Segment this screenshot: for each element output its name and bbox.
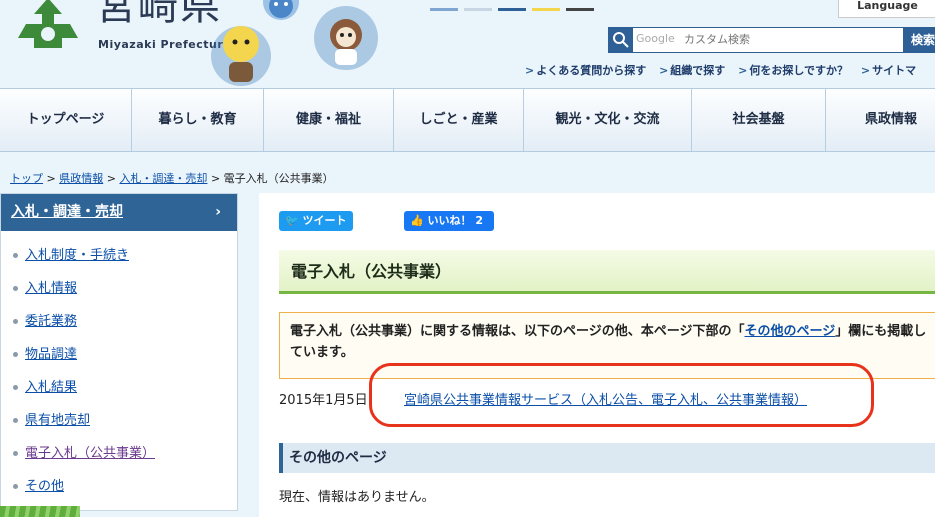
main-content: 🐦 ツイート 👍 いいね！ 2 電子入札（公共事業） 電子入札（公共事業）に関す…	[259, 193, 935, 517]
sidebar-item-other[interactable]: その他	[1, 470, 237, 503]
breadcrumb-link-prefectural-info[interactable]: 県政情報	[59, 172, 103, 185]
sidebar-item-bidding-info[interactable]: 入札情報	[1, 272, 237, 305]
util-link-faq[interactable]: > よくある質問から探す	[525, 64, 646, 77]
prefecture-emblem-icon[interactable]	[12, 0, 84, 52]
page-title: 電子入札（公共事業）	[279, 250, 935, 294]
site-logo-text[interactable]: 宮崎県	[96, 0, 222, 26]
nav-item-living-education[interactable]: 暮らし・教育	[132, 89, 264, 151]
chevron-right-icon: >	[738, 64, 748, 77]
other-pages-link[interactable]: その他のページ	[744, 324, 835, 339]
mascot-character-icon	[263, 0, 299, 20]
nav-item-prefectural-info[interactable]: 県政情報	[826, 89, 935, 151]
breadcrumb: トップ > 県政情報 > 入札・調達・売却 > 電子入札（公共事業）	[10, 172, 334, 185]
sidebar-item-contract-work[interactable]: 委託業務	[1, 305, 237, 338]
sidebar-item-bidding-system[interactable]: 入札制度・手続き	[1, 239, 237, 272]
nav-item-health-welfare[interactable]: 健康・福祉	[264, 89, 394, 151]
chevron-right-icon: >	[659, 64, 669, 77]
site-header: 宮崎県 Miyazaki Prefecture Language Google …	[0, 0, 935, 87]
like-count: 2	[475, 214, 484, 227]
footer-grass-decoration	[0, 506, 80, 517]
nav-item-top[interactable]: トップページ	[0, 89, 132, 151]
empty-message: 現在、情報はありません。	[279, 490, 435, 505]
global-nav: トップページ 暮らし・教育 健康・福祉 しごと・産業 観光・文化・交流 社会基盤…	[0, 88, 935, 152]
color-scheme-swatches	[430, 0, 600, 15]
entry-date: 2015年1月5日	[279, 393, 368, 408]
thumbs-up-icon: 👍	[410, 214, 424, 227]
sidebar-item-procurement[interactable]: 物品調達	[1, 338, 237, 371]
mascot-character-icon	[314, 6, 378, 70]
search-brand-label: Google	[636, 32, 675, 45]
breadcrumb-link-bidding[interactable]: 入札・調達・売却	[119, 172, 207, 185]
search-icon	[609, 28, 633, 52]
red-highlight-annotation	[369, 363, 874, 427]
breadcrumb-current: 電子入札（公共事業）	[223, 172, 334, 185]
sidebar: 入札・調達・売却 › 入札制度・手続き 入札情報 委託業務 物品調達 入札結果 …	[0, 193, 238, 511]
search-box: Google	[608, 27, 905, 53]
chevron-right-icon: >	[860, 64, 871, 77]
search-button[interactable]: 検索	[903, 27, 935, 53]
utility-links: > よくある質問から探す > 組織で探す > 何をお探しですか？ > サイトマ	[525, 62, 925, 78]
util-link-organization[interactable]: > 組織で探す	[659, 64, 725, 77]
util-link-search-what[interactable]: > 何をお探しですか？	[738, 64, 848, 77]
chevron-right-icon: ›	[215, 204, 221, 220]
tweet-button[interactable]: 🐦 ツイート	[279, 211, 353, 231]
other-pages-heading: その他のページ	[279, 443, 935, 473]
language-button[interactable]: Language	[838, 0, 935, 18]
sidebar-heading[interactable]: 入札・調達・売却 ›	[1, 194, 237, 231]
search-input[interactable]	[684, 30, 899, 48]
sidebar-item-e-bidding[interactable]: 電子入札（公共事業）	[1, 437, 237, 470]
nav-item-tourism-culture[interactable]: 観光・文化・交流	[524, 89, 692, 151]
sidebar-item-land-sale[interactable]: 県有地売却	[1, 404, 237, 437]
breadcrumb-link-top[interactable]: トップ	[10, 172, 43, 185]
nav-item-infrastructure[interactable]: 社会基盤	[692, 89, 826, 151]
chevron-right-icon: >	[525, 64, 535, 77]
like-button[interactable]: 👍 いいね！ 2	[404, 211, 494, 231]
sidebar-item-bidding-results[interactable]: 入札結果	[1, 371, 237, 404]
bird-icon: 🐦	[285, 214, 299, 227]
nav-item-work-industry[interactable]: しごと・産業	[394, 89, 524, 151]
util-link-sitemap[interactable]: > サイトマ	[861, 64, 916, 77]
